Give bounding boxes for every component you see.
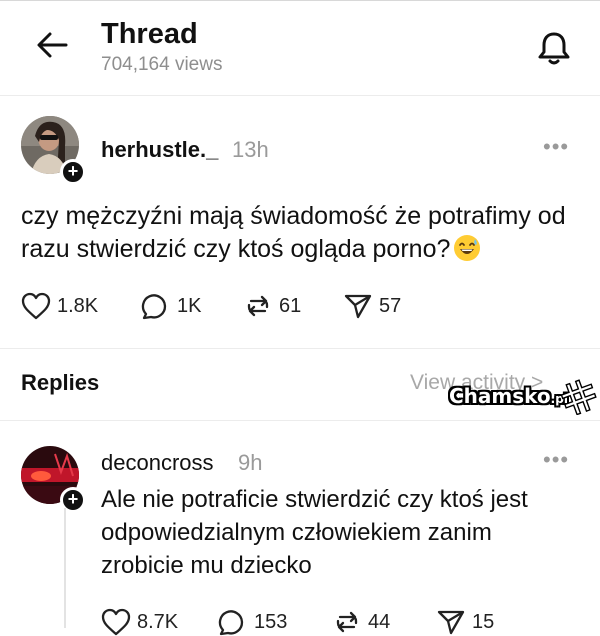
top-border: [0, 0, 600, 1]
heart-icon: [101, 608, 131, 636]
reply-comment-button[interactable]: 153: [218, 608, 287, 636]
like-button[interactable]: 1.8K: [21, 292, 98, 320]
repost-icon: [336, 611, 358, 633]
comment-icon: [141, 294, 167, 320]
reply-share-button[interactable]: 15: [436, 608, 494, 636]
reply-share-count: 15: [472, 610, 495, 633]
replies-heading: Replies: [21, 370, 100, 395]
page-title: Thread: [101, 18, 198, 50]
post-time: 13h: [232, 137, 269, 162]
share-count: 57: [379, 294, 402, 317]
comment-button[interactable]: 1K: [141, 292, 201, 320]
reply-text: Ale nie potraficie stwierdzić czy ktoś j…: [101, 486, 528, 579]
follow-plus-icon[interactable]: +: [60, 159, 86, 185]
repost-button[interactable]: 61: [243, 292, 301, 320]
reply-username[interactable]: deconcross: [101, 450, 214, 476]
repost-icon: [247, 295, 269, 317]
header-divider: [0, 95, 600, 96]
reply-more-options-icon[interactable]: •••: [543, 447, 569, 473]
watermark-hash-icon: [561, 379, 597, 415]
bell-icon[interactable]: [534, 28, 574, 68]
comment-icon: [218, 610, 244, 636]
reply-repost-button[interactable]: 44: [332, 608, 390, 636]
more-options-icon[interactable]: •••: [543, 134, 569, 160]
grinning-sweat-emoji-icon: [454, 235, 481, 261]
repost-count: 61: [279, 294, 302, 317]
post-text: czy mężczyźni mają świadomość że potrafi…: [21, 202, 566, 263]
send-icon: [437, 610, 465, 635]
send-icon: [344, 294, 372, 319]
reply-repost-count: 44: [368, 610, 391, 633]
thread-line: [64, 508, 66, 628]
replies-divider: [0, 420, 600, 421]
reply-like-button[interactable]: 8.7K: [101, 608, 178, 636]
like-count: 1.8K: [57, 294, 99, 317]
reply-comment-count: 153: [254, 610, 288, 633]
view-count: 704,164 views: [101, 54, 223, 75]
reply-like-count: 8.7K: [137, 610, 179, 633]
back-arrow-icon[interactable]: [36, 31, 68, 59]
share-button[interactable]: 57: [343, 292, 401, 320]
post-username[interactable]: herhustle._: [101, 137, 218, 163]
reply-time: 9h: [238, 450, 263, 475]
watermark-logo: Chamsko.pl: [449, 384, 568, 408]
heart-icon: [21, 292, 51, 320]
post-divider: [0, 348, 600, 349]
comment-count: 1K: [177, 294, 202, 317]
